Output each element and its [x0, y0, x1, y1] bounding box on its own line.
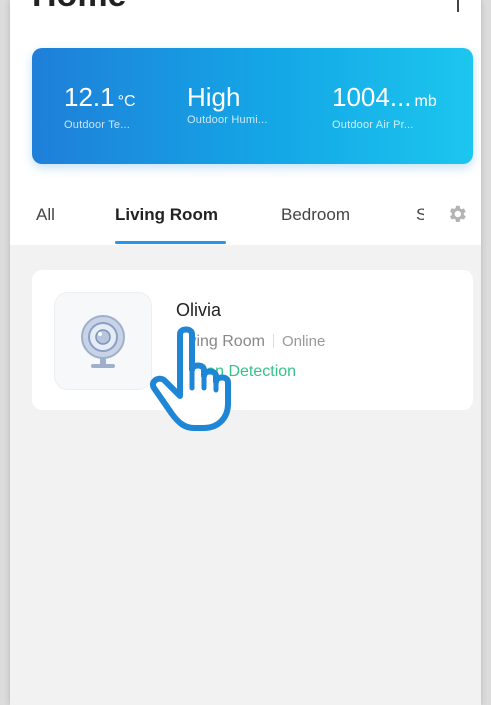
device-name: Olivia — [176, 300, 222, 320]
camera-icon — [81, 315, 125, 368]
pressure-value: 1004... — [332, 82, 412, 112]
device-thumbnail — [54, 292, 152, 390]
hand-pointer-icon — [150, 326, 231, 431]
weather-card[interactable]: 12.1 °C Outdoor Te... High Outdoor Humi..… — [32, 48, 473, 164]
temperature-label: Outdoor Te... — [64, 119, 130, 131]
humidity-label: Outdoor Humi... — [187, 114, 268, 126]
device-status: Online — [281, 333, 326, 350]
weather-humidity: High Outdoor Humi... — [187, 82, 268, 126]
header-action-icon[interactable] — [457, 0, 459, 12]
weather-pressure: 1004... mb Outdoor Air Pr... — [332, 82, 437, 131]
room-tabs: All Living Room Bedroom S — [10, 195, 481, 245]
header-area: Home 12.1°C Outdoor Te... High Outdoor H… — [10, 0, 481, 245]
active-tab-indicator — [115, 241, 226, 244]
gear-icon[interactable] — [446, 203, 468, 225]
app-screen: Home 12.1°C Outdoor Te... High Outdoor H… — [10, 0, 481, 705]
meta-divider — [272, 334, 274, 348]
tab-living-room[interactable]: Living Room — [115, 205, 218, 225]
pressure-unit: mb — [414, 93, 437, 110]
tab-more[interactable]: S — [416, 205, 424, 225]
humidity-value: High — [187, 82, 241, 112]
temperature-unit: °C — [117, 93, 136, 110]
weather-temperature: 12.1 °C Outdoor Te... — [64, 82, 136, 131]
tab-bedroom[interactable]: Bedroom — [281, 205, 350, 225]
page-title: Home — [32, 0, 126, 15]
tab-all[interactable]: All — [36, 205, 55, 225]
temperature-value: 12.1 — [64, 82, 115, 112]
pressure-label: Outdoor Air Pr... — [332, 119, 414, 131]
device-card[interactable]: Olivia Living Room Online Motion Detectio… — [32, 270, 473, 410]
